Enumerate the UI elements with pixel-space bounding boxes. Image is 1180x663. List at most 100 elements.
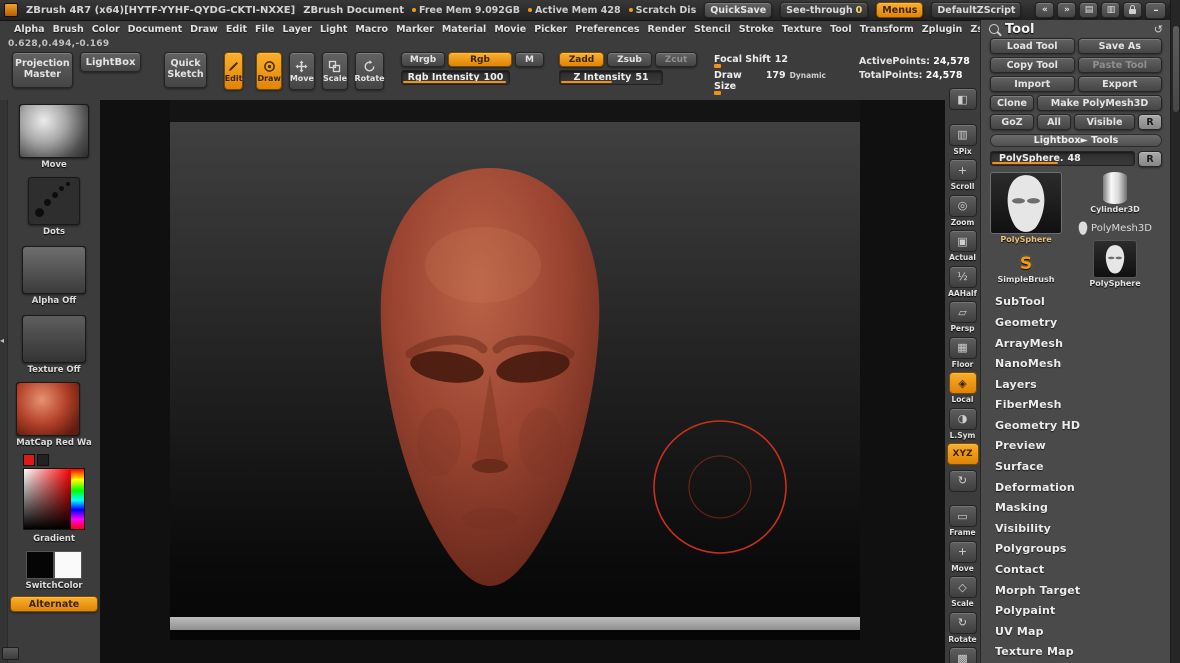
edit-mode-button[interactable]: Edit	[224, 52, 244, 90]
panel-scrollbar[interactable]	[1170, 0, 1180, 663]
tool-section-item[interactable]: Deformation	[981, 478, 1171, 499]
zcut-button[interactable]: Zcut	[655, 52, 697, 67]
tool-section-item[interactable]: Masking	[981, 498, 1171, 519]
dynamic-mode-label[interactable]: Dynamic	[790, 71, 826, 80]
tool-section-item[interactable]: Layers	[981, 375, 1171, 396]
import-button[interactable]: Import	[990, 76, 1075, 92]
current-material[interactable]: MatCap Red Wa	[16, 382, 91, 448]
tool-section-item[interactable]: NanoMesh	[981, 354, 1171, 375]
menu-item[interactable]: Draw	[190, 24, 218, 35]
lightbox-button[interactable]: LightBox	[80, 52, 142, 72]
right-shelf-item[interactable]: XYZ XYZ	[947, 443, 979, 465]
tool-section-item[interactable]: Texture Map	[981, 642, 1171, 663]
lock-icon[interactable]	[1123, 2, 1142, 18]
default-zscript-button[interactable]: DefaultZScript	[931, 2, 1021, 18]
tool-section-item[interactable]: Polypaint	[981, 601, 1171, 622]
save-as-button[interactable]: Save As	[1078, 38, 1163, 54]
copy-tool-button[interactable]: Copy Tool	[990, 57, 1075, 73]
recent-tool-cylinder3d[interactable]: Cylinder3D	[1090, 172, 1140, 214]
color-picker[interactable]: Gradient	[23, 454, 85, 544]
zadd-button[interactable]: Zadd	[559, 52, 604, 67]
tool-section-item[interactable]: Visibility	[981, 519, 1171, 540]
menu-item[interactable]: Marker	[396, 24, 434, 35]
menu-item[interactable]: File	[255, 24, 274, 35]
right-shelf-item[interactable]: + Move	[949, 541, 977, 572]
rgb-button[interactable]: Rgb	[448, 52, 512, 67]
tool-section-item[interactable]: Surface	[981, 457, 1171, 478]
right-shelf-item[interactable]: ◈ Local	[949, 372, 977, 403]
refresh-icon[interactable]	[1154, 23, 1163, 36]
load-tool-button[interactable]: Load Tool	[990, 38, 1075, 54]
current-alpha[interactable]: Alpha Off	[22, 246, 86, 306]
menu-item[interactable]: Picker	[534, 24, 567, 35]
right-shelf-item[interactable]: ▥ SPix	[949, 124, 977, 155]
menu-item[interactable]: Material	[442, 24, 486, 35]
lightbox-tools-button[interactable]: Lightbox► Tools	[990, 134, 1162, 147]
main-color-swatch[interactable]	[26, 551, 54, 579]
menu-item[interactable]: Stroke	[739, 24, 774, 35]
menu-item[interactable]: Macro	[355, 24, 388, 35]
document[interactable]	[170, 122, 860, 640]
right-shelf-item[interactable]: ▩ PolyF	[949, 647, 977, 663]
interface-layout-icon[interactable]	[1101, 2, 1120, 18]
scale-mode-button[interactable]: Scale	[322, 52, 348, 90]
alt-color-swatch[interactable]	[54, 551, 82, 579]
recent-tool-simplebrush[interactable]: SimpleBrush	[998, 254, 1055, 284]
scrollbar-thumb[interactable]	[1173, 26, 1179, 112]
right-shelf-item[interactable]: ▣ Actual	[949, 230, 977, 261]
menu-item[interactable]: Light	[320, 24, 347, 35]
menu-item[interactable]: Preferences	[575, 24, 639, 35]
current-texture[interactable]: Texture Off	[22, 315, 86, 375]
right-shelf-item[interactable]: ▦ Floor	[949, 337, 977, 368]
tool-section-item[interactable]: SubTool	[981, 292, 1171, 313]
dock-left-tray-icon[interactable]	[1035, 2, 1054, 18]
draw-size-slider[interactable]: Draw Size179Dynamic	[714, 70, 826, 95]
menu-item[interactable]: Zplugin	[922, 24, 963, 35]
menus-toggle[interactable]: Menus	[876, 2, 923, 18]
sculpt-model-polysphere-head[interactable]	[365, 162, 615, 592]
tool-section-item[interactable]: ArrayMesh	[981, 334, 1171, 355]
recent-tool-polysphere[interactable]: PolySphere	[1089, 240, 1140, 288]
tool-r-button[interactable]: R	[1138, 151, 1162, 167]
focal-shift-slider[interactable]: Focal Shift12	[714, 54, 826, 68]
tool-section-item[interactable]: FiberMesh	[981, 395, 1171, 416]
m-button[interactable]: M	[515, 52, 544, 67]
recent-tool-polymesh3d[interactable]: PolyMesh3D	[1078, 221, 1152, 235]
right-shelf-item[interactable]: ▭ Frame	[949, 505, 977, 536]
z-intensity-slider[interactable]: Z Intensity 51	[559, 70, 663, 85]
rgb-intensity-slider[interactable]: Rgb Intensity 100	[401, 70, 510, 85]
menu-item[interactable]: Color	[92, 24, 120, 35]
menu-item[interactable]: Transform	[860, 24, 914, 35]
current-stroke[interactable]: Dots	[28, 177, 80, 237]
palette-layout-icon[interactable]	[1079, 2, 1098, 18]
right-shelf-item[interactable]: ↻ Rotate	[948, 612, 976, 643]
quick-sketch-button[interactable]: Quick Sketch	[164, 52, 206, 88]
menu-item[interactable]: Layer	[282, 24, 312, 35]
zsub-button[interactable]: Zsub	[607, 52, 652, 67]
menu-item[interactable]: Texture	[782, 24, 822, 35]
right-shelf-item[interactable]: ◑ L.Sym	[949, 408, 977, 439]
secondary-color-swatch[interactable]	[37, 454, 49, 466]
current-tool-thumbnail[interactable]: PolySphere	[990, 172, 1062, 234]
menu-item[interactable]: Alpha	[14, 24, 45, 35]
right-shelf-item[interactable]: ◇ Scale	[949, 576, 977, 607]
menu-item[interactable]: Document	[128, 24, 182, 35]
menu-item[interactable]: Brush	[53, 24, 84, 35]
dock-right-tray-icon[interactable]	[1057, 2, 1076, 18]
left-tray-divider[interactable]: ◂	[0, 100, 8, 663]
canvas-area[interactable]	[100, 100, 945, 663]
paste-tool-button[interactable]: Paste Tool	[1078, 57, 1163, 73]
saturation-value-square[interactable]	[24, 469, 71, 529]
tool-section-item[interactable]: Contact	[981, 560, 1171, 581]
switch-color[interactable]: SwitchColor	[24, 549, 84, 591]
tool-section-item[interactable]: Polygroups	[981, 539, 1171, 560]
right-shelf-item[interactable]: ↻	[949, 470, 977, 501]
active-tool-slider[interactable]: PolySphere. 48	[990, 151, 1135, 166]
export-button[interactable]: Export	[1078, 76, 1163, 92]
tray-collapse-arrow-icon[interactable]: ◂	[0, 336, 4, 345]
tray-corner-icon[interactable]	[2, 647, 19, 660]
tool-section-item[interactable]: UV Map	[981, 622, 1171, 643]
menu-item[interactable]: Render	[648, 24, 686, 35]
see-through-slider[interactable]: See-through 0	[780, 2, 868, 18]
goz-r-button[interactable]: R	[1138, 114, 1162, 130]
